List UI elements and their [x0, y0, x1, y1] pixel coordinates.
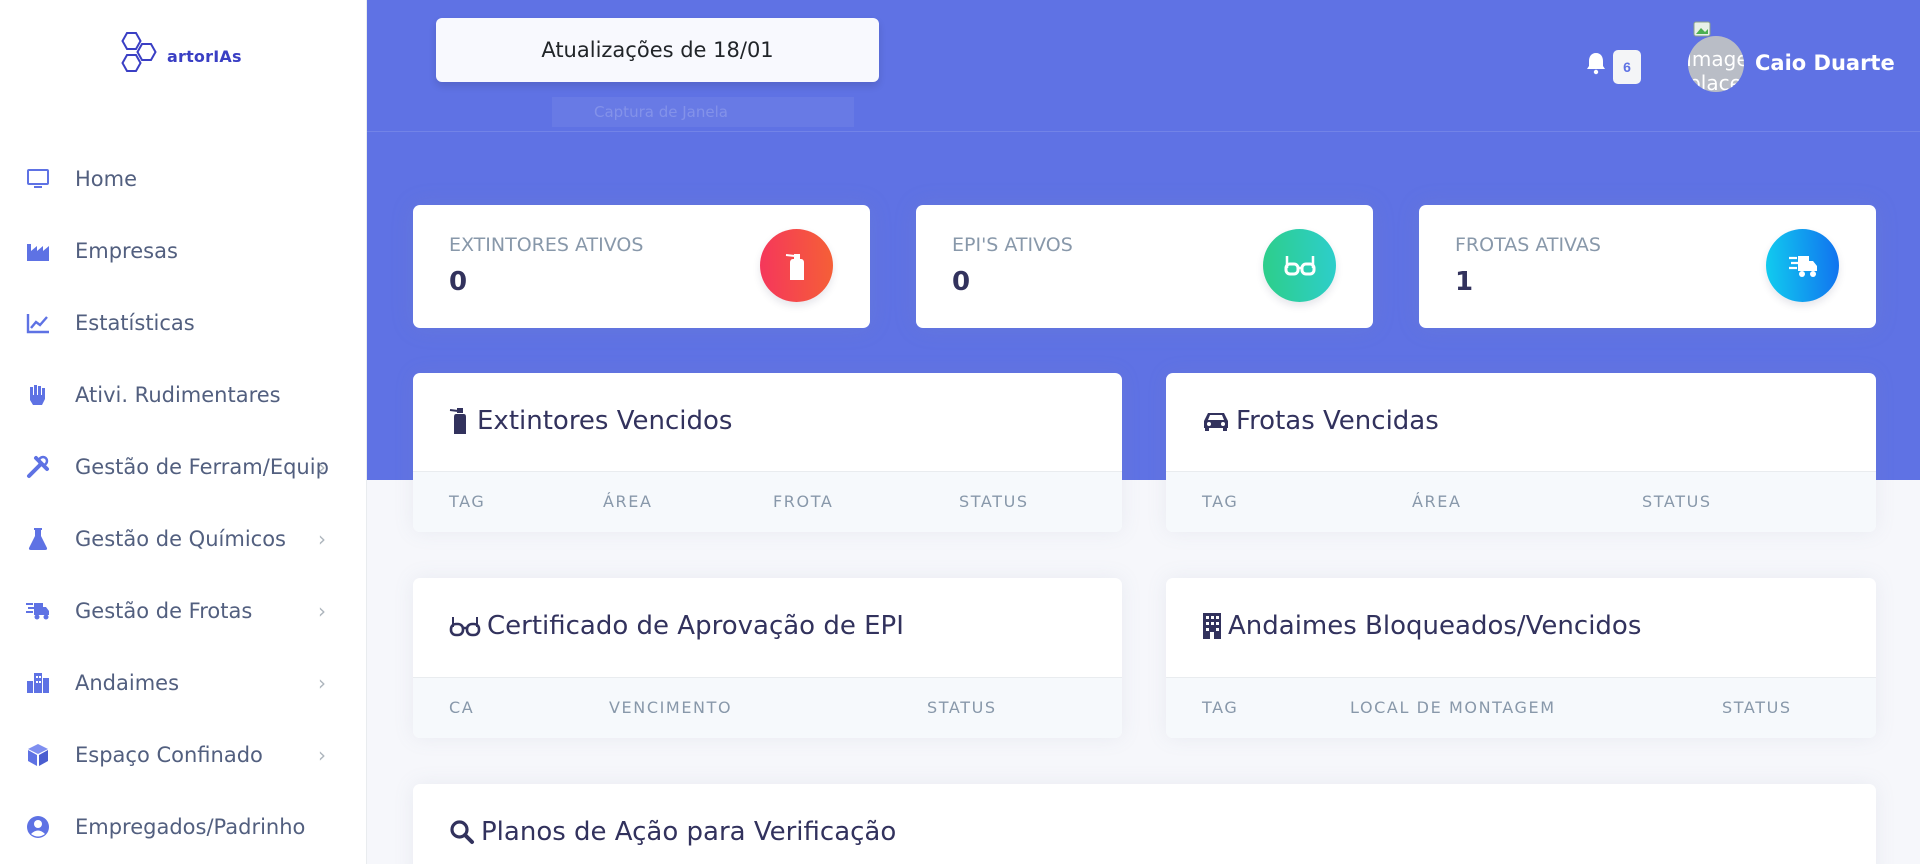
window-capture-tooltip: Captura de Janela	[552, 97, 854, 127]
updates-button[interactable]: Atualizações de 18/01	[436, 18, 879, 82]
stat-label: FROTAS ATIVAS	[1455, 234, 1601, 256]
sidebar-item-empregados[interactable]: Empregados/Padrinho	[0, 791, 366, 863]
fire-extinguisher-icon	[760, 229, 833, 302]
column-header[interactable]: VENCIMENTO	[609, 698, 732, 717]
tools-icon	[26, 455, 50, 479]
card-title-text: Extintores Vencidos	[477, 406, 733, 436]
chevron-right-icon: ›	[318, 599, 326, 623]
stat-card-epis: EPI'S ATIVOS 0	[916, 205, 1373, 328]
hexagons-logo-icon	[121, 32, 157, 72]
sidebar-item-frotas[interactable]: Gestão de Frotas ›	[0, 575, 366, 647]
extintores-vencidos-card: Extintores Vencidos TAG ÁREA FROTA STATU…	[413, 373, 1122, 532]
industry-icon	[26, 239, 50, 263]
column-header[interactable]: ÁREA	[1412, 492, 1462, 511]
search-icon	[449, 819, 475, 845]
sidebar-item-label: Empresas	[75, 239, 178, 263]
sidebar-item-home[interactable]: Home	[0, 143, 366, 215]
car-icon	[1202, 410, 1230, 432]
card-title-text: Certificado de Aprovação de EPI	[487, 611, 904, 641]
avatar[interactable]: Image place	[1688, 36, 1744, 92]
sidebar-item-ativi-rudimentares[interactable]: Ativi. Rudimentares	[0, 359, 366, 431]
buildings-icon	[26, 671, 50, 695]
sidebar-item-label: Home	[75, 167, 138, 191]
sidebar-item-label: Estatísticas	[75, 311, 195, 335]
sidebar-nav: Home Empresas Estatísticas Ativi. Rudime…	[0, 143, 366, 863]
stat-value: 0	[952, 267, 971, 297]
chevron-right-icon: ›	[318, 455, 326, 479]
stat-card-extintores: EXTINTORES ATIVOS 0	[413, 205, 870, 328]
sidebar-item-label: Gestão de Frotas	[75, 599, 253, 623]
sidebar-item-ferram-equip[interactable]: Gestão de Ferram/Equip ›	[0, 431, 366, 503]
brand-name: artorIAs	[167, 46, 242, 66]
stat-value: 1	[1455, 267, 1474, 297]
chevron-right-icon: ›	[318, 743, 326, 767]
table-header: TAG ÁREA STATUS	[1166, 471, 1876, 532]
flask-icon	[26, 527, 50, 551]
truck-fast-icon	[1766, 229, 1839, 302]
frotas-vencidas-card: Frotas Vencidas TAG ÁREA STATUS	[1166, 373, 1876, 532]
sidebar-item-label: Empregados/Padrinho	[75, 815, 306, 839]
monitor-icon	[26, 167, 50, 191]
user-circle-icon	[26, 815, 50, 839]
table-header: TAG LOCAL DE MONTAGEM STATUS	[1166, 677, 1876, 738]
column-header[interactable]: STATUS	[927, 698, 997, 717]
column-header[interactable]: FROTA	[773, 492, 833, 511]
table-header: CA VENCIMENTO STATUS	[413, 677, 1122, 738]
stat-value: 0	[449, 267, 468, 297]
column-header[interactable]: STATUS	[1642, 492, 1712, 511]
card-title-text: Andaimes Bloqueados/Vencidos	[1228, 611, 1642, 641]
column-header[interactable]: CA	[449, 698, 474, 717]
sidebar-item-label: Gestão de Químicos	[75, 527, 286, 551]
glasses-icon	[1263, 229, 1336, 302]
column-header[interactable]: LOCAL DE MONTAGEM	[1350, 698, 1556, 717]
column-header[interactable]: TAG	[1202, 492, 1238, 511]
card-title-text: Planos de Ação para Verificação	[481, 817, 897, 847]
sidebar-item-label: Ativi. Rudimentares	[75, 383, 281, 407]
sidebar-item-label: Andaimes	[75, 671, 180, 695]
andaimes-bloqueados-card: Andaimes Bloqueados/Vencidos TAG LOCAL D…	[1166, 578, 1876, 738]
cube-icon	[26, 743, 50, 767]
bell-icon[interactable]	[1584, 51, 1608, 75]
table-header: TAG ÁREA FROTA STATUS	[413, 471, 1122, 532]
glasses-icon	[449, 615, 481, 637]
card-title: Andaimes Bloqueados/Vencidos	[1202, 611, 1641, 641]
fist-icon	[26, 383, 50, 407]
topbar-divider	[367, 131, 1920, 132]
card-title: Certificado de Aprovação de EPI	[449, 611, 904, 641]
column-header[interactable]: ÁREA	[603, 492, 653, 511]
planos-acao-card: Planos de Ação para Verificação	[413, 784, 1876, 864]
notifications-count-badge[interactable]: 6	[1613, 50, 1641, 84]
column-header[interactable]: STATUS	[959, 492, 1029, 511]
user-name[interactable]: Caio Duarte	[1755, 51, 1895, 75]
stat-label: EPI'S ATIVOS	[952, 234, 1073, 256]
sidebar-item-andaimes[interactable]: Andaimes ›	[0, 647, 366, 719]
card-title: Planos de Ação para Verificação	[449, 817, 896, 847]
stat-label: EXTINTORES ATIVOS	[449, 234, 644, 256]
chevron-right-icon: ›	[318, 527, 326, 551]
certificado-epi-card: Certificado de Aprovação de EPI CA VENCI…	[413, 578, 1122, 738]
stat-card-frotas: FROTAS ATIVAS 1	[1419, 205, 1876, 328]
column-header[interactable]: TAG	[1202, 698, 1238, 717]
fire-extinguisher-icon	[449, 407, 471, 435]
chart-line-icon	[26, 311, 50, 335]
truck-fast-icon	[26, 599, 50, 623]
column-header[interactable]: TAG	[449, 492, 485, 511]
chevron-right-icon: ›	[318, 671, 326, 695]
sidebar-item-label: Espaço Confinado	[75, 743, 263, 767]
brand-logo[interactable]: artorIAs	[113, 30, 242, 82]
sidebar-item-estatisticas[interactable]: Estatísticas	[0, 287, 366, 359]
column-header[interactable]: STATUS	[1722, 698, 1792, 717]
card-title: Frotas Vencidas	[1202, 406, 1439, 436]
sidebar-item-quimicos[interactable]: Gestão de Químicos ›	[0, 503, 366, 575]
sidebar: artorIAs Home Empresas Estatísticas Ativ…	[0, 0, 367, 864]
card-title-text: Frotas Vencidas	[1236, 406, 1439, 436]
sidebar-item-label: Gestão de Ferram/Equip	[75, 455, 329, 479]
sidebar-item-espaco-confinado[interactable]: Espaço Confinado ›	[0, 719, 366, 791]
broken-image-icon	[1693, 21, 1711, 37]
sidebar-item-empresas[interactable]: Empresas	[0, 215, 366, 287]
building-icon	[1202, 612, 1222, 640]
card-title: Extintores Vencidos	[449, 406, 732, 436]
